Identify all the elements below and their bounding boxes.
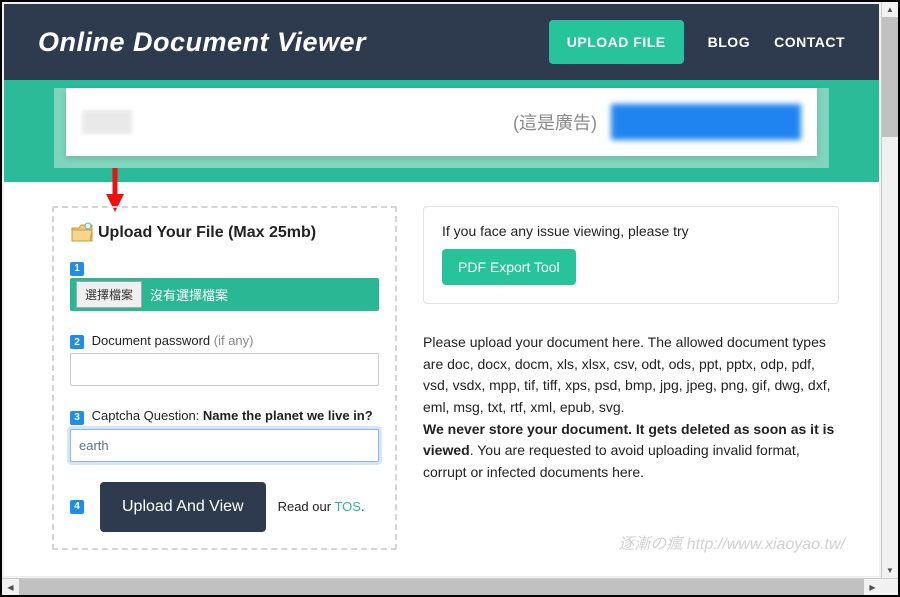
step-badge-4: 4 — [70, 500, 84, 514]
site-title: Online Document Viewer — [38, 27, 366, 58]
ad-blur-left — [82, 110, 132, 134]
pdf-export-button[interactable]: PDF Export Tool — [442, 249, 576, 285]
tos-link[interactable]: TOS — [334, 499, 361, 514]
step-badge-2: 2 — [70, 335, 84, 349]
viewport: Online Document Viewer UPLOAD FILE BLOG … — [4, 4, 879, 576]
main-content: Upload Your File (Max 25mb) 1 選擇檔案 沒有選擇檔… — [4, 182, 879, 568]
upload-card: Upload Your File (Max 25mb) 1 選擇檔案 沒有選擇檔… — [52, 206, 397, 550]
site-header: Online Document Viewer UPLOAD FILE BLOG … — [4, 4, 879, 80]
file-select[interactable]: 選擇檔案 沒有選擇檔案 — [70, 278, 379, 311]
scroll-left-icon[interactable]: ◀ — [2, 579, 19, 595]
step-badge-3: 3 — [70, 411, 84, 425]
hero-banner: (這是廣告) — [4, 80, 879, 182]
scroll-right-icon[interactable]: ▶ — [864, 579, 881, 595]
hero-inner: (這是廣告) — [54, 88, 829, 168]
step-badge-1: 1 — [70, 262, 84, 276]
ad-label: (這是廣告) — [513, 109, 597, 135]
upload-title: Upload Your File (Max 25mb) — [98, 224, 316, 242]
description: Please upload your document here. The al… — [423, 332, 839, 484]
nav-upload-button[interactable]: UPLOAD FILE — [549, 20, 684, 64]
scroll-down-icon[interactable]: ▼ — [882, 563, 898, 578]
horizontal-scrollbar[interactable]: ◀ ▶ — [2, 578, 898, 595]
captcha-input[interactable] — [70, 429, 379, 462]
horizontal-scroll-thumb[interactable] — [19, 579, 864, 595]
choose-file-button[interactable]: 選擇檔案 — [76, 281, 142, 308]
captcha-label: 3 Captcha Question: Name the planet we l… — [70, 408, 379, 425]
notice-text: If you face any issue viewing, please tr… — [442, 223, 820, 239]
folder-icon — [70, 222, 94, 244]
window-frame: Online Document Viewer UPLOAD FILE BLOG … — [0, 0, 900, 597]
nav-blog-link[interactable]: BLOG — [708, 34, 750, 50]
tos-text: Read our TOS. — [278, 499, 365, 514]
password-input[interactable] — [70, 353, 379, 386]
ad-box: (這是廣告) — [66, 88, 817, 156]
password-label: 2 Document password (if any) — [70, 333, 379, 350]
scroll-up-icon[interactable]: ▲ — [882, 2, 898, 17]
ad-blur-right — [611, 104, 801, 140]
upload-and-view-button[interactable]: Upload And View — [100, 482, 266, 532]
no-file-text: 沒有選擇檔案 — [150, 285, 228, 304]
vertical-scrollbar[interactable]: ▲ ▼ — [881, 2, 898, 578]
right-column: If you face any issue viewing, please tr… — [423, 206, 839, 484]
nav-contact-link[interactable]: CONTACT — [774, 34, 845, 50]
nav: UPLOAD FILE BLOG CONTACT — [549, 20, 845, 64]
notice-box: If you face any issue viewing, please tr… — [423, 206, 839, 304]
vertical-scroll-thumb[interactable] — [882, 17, 898, 137]
